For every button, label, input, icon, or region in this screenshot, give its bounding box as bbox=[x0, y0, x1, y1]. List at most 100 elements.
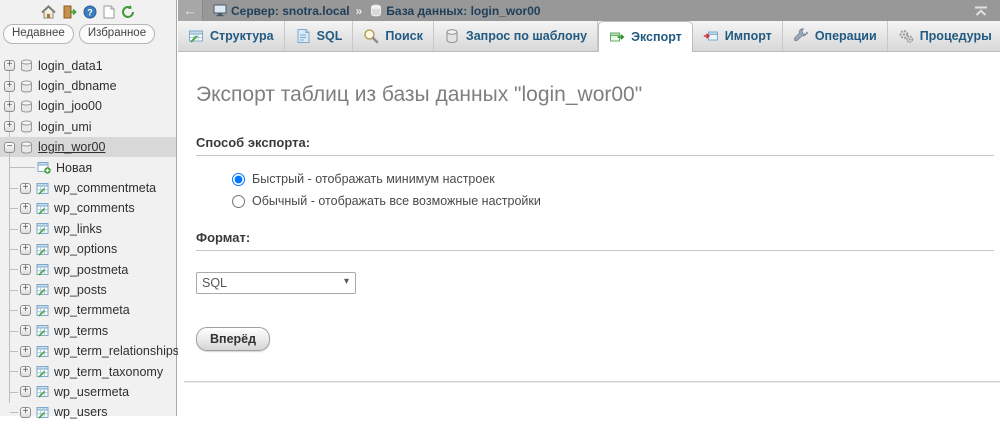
expand-icon[interactable]: + bbox=[20, 325, 31, 337]
expand-icon[interactable]: + bbox=[20, 182, 31, 194]
expand-icon[interactable]: + bbox=[20, 366, 31, 378]
expand-icon[interactable]: + bbox=[20, 284, 31, 296]
table-item-wp_comments[interactable]: + wp_comments bbox=[0, 198, 176, 218]
home-icon[interactable] bbox=[41, 5, 56, 19]
table-icon bbox=[36, 406, 49, 419]
table-label[interactable]: wp_users bbox=[54, 405, 108, 419]
custom-export-option[interactable]: Обычный - отображать все возможные настр… bbox=[232, 190, 1000, 212]
quick-export-radio[interactable] bbox=[232, 172, 245, 186]
expand-icon[interactable]: + bbox=[20, 345, 31, 357]
expand-icon[interactable]: + bbox=[20, 264, 31, 276]
sidebar-db-login_dbname[interactable]: + login_dbname bbox=[0, 76, 176, 96]
tab-label: Процедуры bbox=[919, 29, 992, 43]
table-label[interactable]: wp_term_taxonomy bbox=[54, 365, 163, 379]
collapse-panel-icon[interactable] bbox=[974, 6, 988, 16]
tab-structure[interactable]: Структура bbox=[178, 21, 285, 51]
table-label[interactable]: wp_options bbox=[54, 242, 117, 256]
table-label[interactable]: wp_postmeta bbox=[54, 263, 128, 277]
table-label[interactable]: wp_terms bbox=[54, 324, 108, 338]
quick-export-option[interactable]: Быстрый - отображать минимум настроек bbox=[232, 168, 1000, 190]
table-label[interactable]: wp_termmeta bbox=[54, 303, 130, 317]
database-tree: + login_data1 + login_dbname + login_joo… bbox=[0, 56, 179, 423]
table-item-wp_term_taxonomy[interactable]: + wp_term_taxonomy bbox=[0, 361, 176, 381]
expand-icon[interactable]: + bbox=[4, 121, 15, 133]
recent-tables-button[interactable]: Недавнее bbox=[3, 24, 74, 44]
tab-sql[interactable]: SQL bbox=[285, 21, 354, 51]
table-item-wp_users[interactable]: + wp_users bbox=[0, 402, 176, 422]
tab-label: Импорт bbox=[724, 29, 772, 43]
new-table-label[interactable]: Новая bbox=[56, 161, 92, 175]
expand-icon[interactable]: + bbox=[4, 80, 15, 92]
format-heading: Формат: bbox=[196, 230, 994, 251]
export-icon bbox=[609, 29, 625, 45]
tab-operations[interactable]: Операции bbox=[783, 21, 888, 51]
format-select[interactable]: SQL bbox=[196, 272, 356, 294]
page-title: Экспорт таблиц из базы данных "login_wor… bbox=[196, 83, 643, 106]
new-table-icon bbox=[37, 161, 51, 174]
breadcrumb-separator: » bbox=[355, 3, 363, 18]
query-icon bbox=[444, 28, 460, 44]
table-label[interactable]: wp_posts bbox=[54, 283, 107, 297]
sidebar-db-login_data1[interactable]: + login_data1 bbox=[0, 56, 176, 76]
operations-icon bbox=[793, 28, 809, 44]
table-label[interactable]: wp_usermeta bbox=[54, 385, 129, 399]
table-icon bbox=[36, 324, 49, 337]
table-label[interactable]: wp_commentmeta bbox=[54, 181, 156, 195]
sidebar-db-login_umi[interactable]: + login_umi bbox=[0, 117, 176, 137]
table-item-wp_commentmeta[interactable]: + wp_commentmeta bbox=[0, 178, 176, 198]
table-item-wp_postmeta[interactable]: + wp_postmeta bbox=[0, 259, 176, 279]
db-label[interactable]: login_umi bbox=[38, 120, 92, 134]
db-children: Новая + wp_commentmeta + wp_comments + w… bbox=[0, 151, 179, 422]
tab-query-by-example[interactable]: Запрос по шаблону bbox=[434, 21, 599, 51]
go-button[interactable]: Вперёд bbox=[196, 327, 271, 351]
tab-label: Запрос по шаблону bbox=[465, 29, 588, 43]
expand-icon[interactable]: + bbox=[20, 223, 31, 235]
database-small-icon bbox=[370, 4, 382, 17]
table-item-wp_term_relationships[interactable]: + wp_term_relationships bbox=[0, 341, 179, 361]
tab-search[interactable]: Поиск bbox=[353, 21, 434, 51]
db-label[interactable]: login_joo00 bbox=[38, 99, 102, 113]
expand-icon[interactable]: + bbox=[20, 243, 31, 255]
reload-icon[interactable] bbox=[121, 5, 135, 19]
table-item-wp_termmeta[interactable]: + wp_termmeta bbox=[0, 300, 176, 320]
expand-icon[interactable]: + bbox=[4, 100, 15, 112]
expand-icon[interactable]: + bbox=[20, 202, 31, 214]
database-icon bbox=[20, 80, 33, 93]
format-select-wrapper: SQL bbox=[196, 272, 356, 294]
expand-icon[interactable]: + bbox=[20, 406, 31, 418]
tab-bar: Структура SQL Поиск Запрос по шаблону Эк… bbox=[178, 21, 1000, 52]
breadcrumb-database[interactable]: База данных: login_wor00 bbox=[386, 4, 540, 18]
sidebar-db-login_wor00[interactable]: − login_wor00 bbox=[0, 137, 176, 158]
db-label[interactable]: login_dbname bbox=[38, 79, 117, 93]
new-table-item[interactable]: Новая bbox=[0, 157, 176, 177]
table-item-wp_terms[interactable]: + wp_terms bbox=[0, 321, 176, 341]
table-label[interactable]: wp_term_relationships bbox=[54, 344, 179, 358]
logout-icon[interactable] bbox=[62, 5, 77, 19]
expand-icon[interactable]: + bbox=[20, 386, 31, 398]
custom-export-radio[interactable] bbox=[232, 194, 245, 208]
help-icon[interactable]: ? bbox=[83, 5, 97, 19]
search-icon bbox=[363, 28, 379, 44]
table-icon bbox=[36, 365, 49, 378]
tab-routines[interactable]: Процедуры bbox=[888, 21, 1000, 51]
sidebar-db-login_joo00[interactable]: + login_joo00 bbox=[0, 96, 176, 116]
table-label[interactable]: wp_links bbox=[54, 222, 102, 236]
favorite-tables-button[interactable]: Избранное bbox=[78, 24, 156, 44]
structure-icon bbox=[188, 28, 204, 44]
table-item-wp_links[interactable]: + wp_links bbox=[0, 219, 176, 239]
breadcrumb-bar: ← Сервер: snotra.local » База данных: lo… bbox=[178, 0, 1000, 21]
expand-icon[interactable]: + bbox=[4, 60, 15, 72]
tab-export[interactable]: Экспорт bbox=[598, 21, 693, 52]
table-label[interactable]: wp_comments bbox=[54, 201, 135, 215]
expand-icon[interactable]: + bbox=[20, 304, 31, 316]
collapse-tree-icon[interactable]: − bbox=[4, 141, 15, 153]
breadcrumb-server[interactable]: Сервер: snotra.local bbox=[231, 4, 350, 18]
back-button[interactable]: ← bbox=[178, 0, 203, 21]
table-item-wp_options[interactable]: + wp_options bbox=[0, 239, 176, 259]
db-label[interactable]: login_wor00 bbox=[38, 140, 105, 154]
db-label[interactable]: login_data1 bbox=[38, 59, 103, 73]
docs-icon[interactable] bbox=[103, 5, 115, 19]
table-item-wp_posts[interactable]: + wp_posts bbox=[0, 280, 176, 300]
tab-import[interactable]: Импорт bbox=[693, 21, 783, 51]
table-item-wp_usermeta[interactable]: + wp_usermeta bbox=[0, 382, 176, 402]
